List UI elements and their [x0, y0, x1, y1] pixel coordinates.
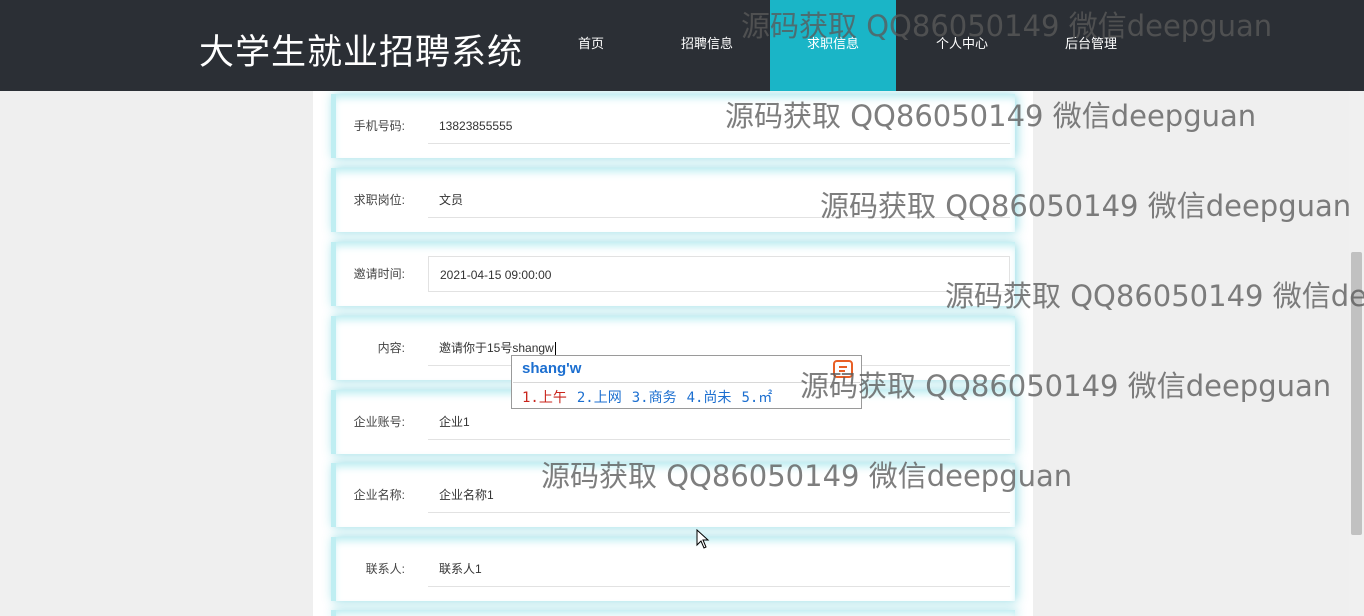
position-field[interactable]: 文员 [428, 182, 1010, 218]
ime-candidate-5[interactable]: 5.㎡ [741, 390, 772, 406]
form-row-position: 求职岗位: 文员 [331, 168, 1015, 232]
form-row-company-name: 企业名称: 企业名称1 [331, 463, 1015, 527]
ime-divider [513, 382, 860, 383]
top-navbar: 大学生就业招聘系统 首页 招聘信息 求职信息 个人中心 后台管理 [0, 0, 1364, 91]
ime-candidate-1[interactable]: 1.上午 [522, 390, 567, 406]
site-title: 大学生就业招聘系统 [199, 33, 524, 73]
nav-job-postings[interactable]: 招聘信息 [644, 0, 770, 91]
content-label: 内容: [377, 341, 405, 355]
mouse-cursor-icon [696, 528, 710, 554]
form-row-phone: 手机号码: 13823855555 [331, 94, 1015, 158]
phone-field[interactable]: 13823855555 [428, 108, 1010, 144]
invite-time-value: 2021-04-15 09:00:00 [440, 268, 552, 282]
contact-label: 联系人: [365, 562, 405, 576]
company-name-field[interactable]: 企业名称1 [428, 477, 1010, 513]
ime-candidate-3[interactable]: 3.商务 [632, 390, 677, 406]
form-row-invite-time: 邀请时间: 2021-04-15 09:00:00 [331, 242, 1015, 306]
position-label: 求职岗位: [353, 193, 405, 207]
scrollbar-thumb[interactable] [1351, 252, 1362, 535]
ime-candidate-2[interactable]: 2.上网 [577, 390, 622, 406]
ime-candidate-window: shang'w 1.上午 2.上网 3.商务 4.尚未 5.㎡ [511, 355, 862, 409]
contact-value: 联系人1 [439, 562, 482, 576]
nav-personal-center[interactable]: 个人中心 [899, 0, 1025, 91]
ime-logo-icon [830, 357, 858, 383]
form-row-contact: 联系人: 联系人1 [331, 537, 1015, 601]
phone-value: 13823855555 [439, 119, 513, 133]
nav-admin[interactable]: 后台管理 [1028, 0, 1154, 91]
nav-home[interactable]: 首页 [528, 0, 654, 91]
ime-candidate-list: 1.上午 2.上网 3.商务 4.尚未 5.㎡ [522, 387, 782, 407]
company-name-label: 企业名称: [353, 488, 405, 502]
company-name-value: 企业名称1 [439, 488, 494, 502]
company-account-field[interactable]: 企业1 [428, 404, 1010, 440]
text-caret [554, 342, 556, 356]
form-row-partial [331, 610, 1015, 616]
contact-field[interactable]: 联系人1 [428, 551, 1010, 587]
company-account-value: 企业1 [439, 415, 470, 429]
invite-time-label: 邀请时间: [353, 267, 405, 281]
invite-time-field[interactable]: 2021-04-15 09:00:00 [428, 256, 1010, 292]
phone-label: 手机号码: [353, 119, 405, 133]
company-account-label: 企业账号: [353, 415, 405, 429]
nav-job-seeking[interactable]: 求职信息 [770, 0, 896, 91]
ime-candidate-4[interactable]: 4.尚未 [687, 390, 732, 406]
position-value: 文员 [439, 193, 464, 207]
ime-composition: shang'w [522, 360, 582, 377]
content-value: 邀请你于15号shangw [439, 341, 554, 355]
